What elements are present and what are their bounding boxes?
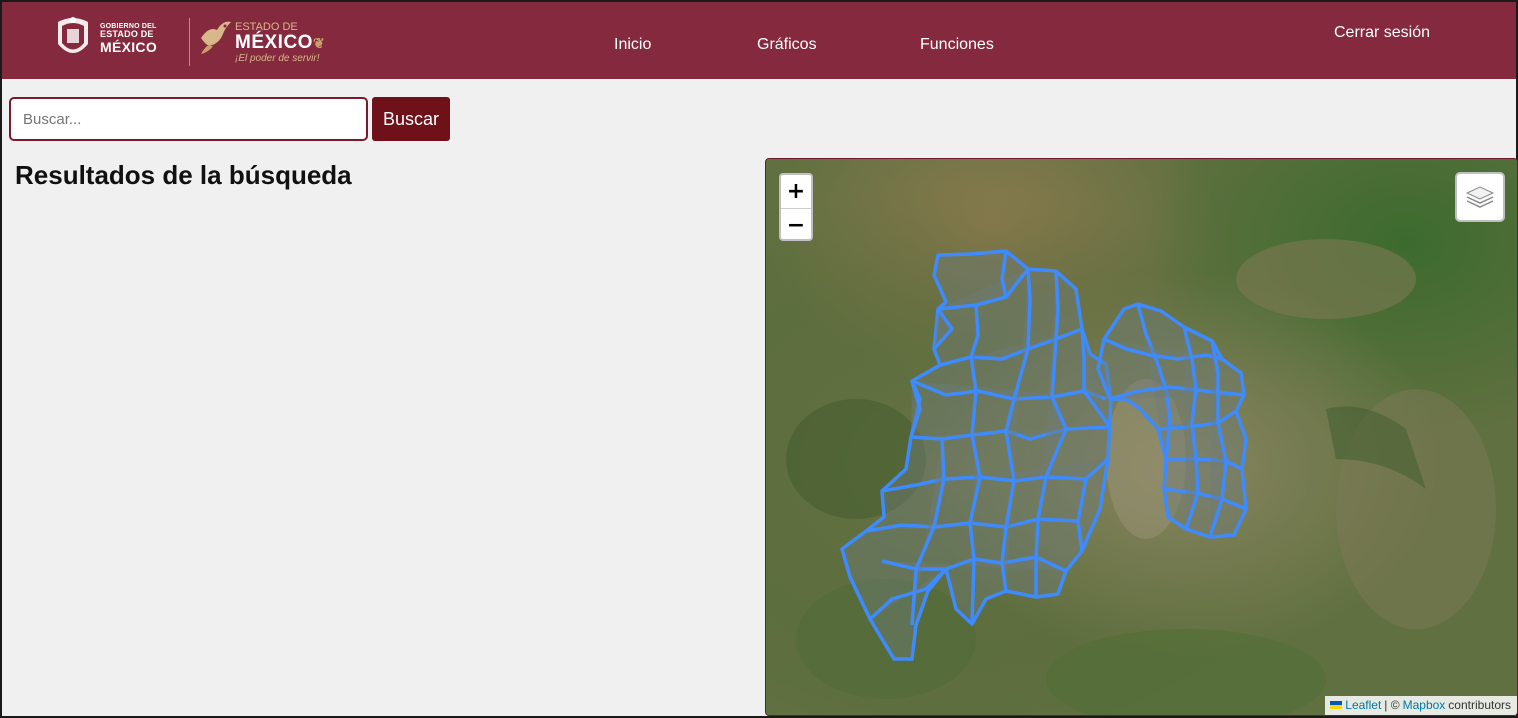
estado-logo-text: ESTADO DE MÉXICO❦ ¡El poder de servir! <box>235 22 325 64</box>
nav-graficos[interactable]: Gráficos <box>757 36 817 54</box>
nav-inicio[interactable]: Inicio <box>614 36 651 54</box>
layers-button[interactable] <box>1455 172 1505 222</box>
estado-line2: MÉXICO❦ <box>235 32 326 53</box>
logo-divider <box>189 18 190 66</box>
gob-line3: MÉXICO <box>100 38 158 55</box>
results-title: Resultados de la búsqueda <box>15 160 352 190</box>
map-attribution: Leaflet | © Mapbox contributors <box>1325 696 1517 715</box>
layers-icon <box>1465 186 1495 208</box>
zoom-in-button[interactable]: + <box>781 175 811 208</box>
search-input[interactable] <box>9 97 368 141</box>
map-container[interactable]: + − Leaflet | © Mapbox contributors <box>765 158 1518 716</box>
logout-link[interactable]: Cerrar sesión <box>1334 24 1430 42</box>
zoom-out-button[interactable]: − <box>781 208 811 239</box>
estado-logo[interactable]: ESTADO DE MÉXICO❦ ¡El poder de servir! <box>199 16 325 64</box>
satellite-basemap[interactable] <box>766 159 1518 716</box>
attribution-suffix: contributors <box>1448 698 1511 712</box>
leaflet-link[interactable]: Leaflet <box>1345 698 1381 712</box>
attribution-separator: | © <box>1384 698 1400 712</box>
ukraine-flag-icon <box>1330 701 1343 709</box>
gobierno-logo[interactable]: GOBIERNO DEL ESTADO DE MÉXICO <box>52 14 157 62</box>
leaf-icon: ❦ <box>312 35 326 51</box>
state-seal-icon <box>58 17 88 53</box>
zoom-control: + − <box>779 173 813 241</box>
gob-line2: ESTADO DE <box>100 28 154 39</box>
search-button[interactable]: Buscar <box>372 97 450 141</box>
gobierno-logo-text: GOBIERNO DEL ESTADO DE MÉXICO <box>100 23 157 54</box>
eagle-emblem-icon <box>201 21 231 54</box>
estado-slogan: ¡El poder de servir! <box>235 53 320 64</box>
nav-funciones[interactable]: Funciones <box>920 36 994 54</box>
top-navbar: GOBIERNO DEL ESTADO DE MÉXICO ESTADO DE … <box>2 2 1516 79</box>
mapbox-link[interactable]: Mapbox <box>1403 698 1446 712</box>
